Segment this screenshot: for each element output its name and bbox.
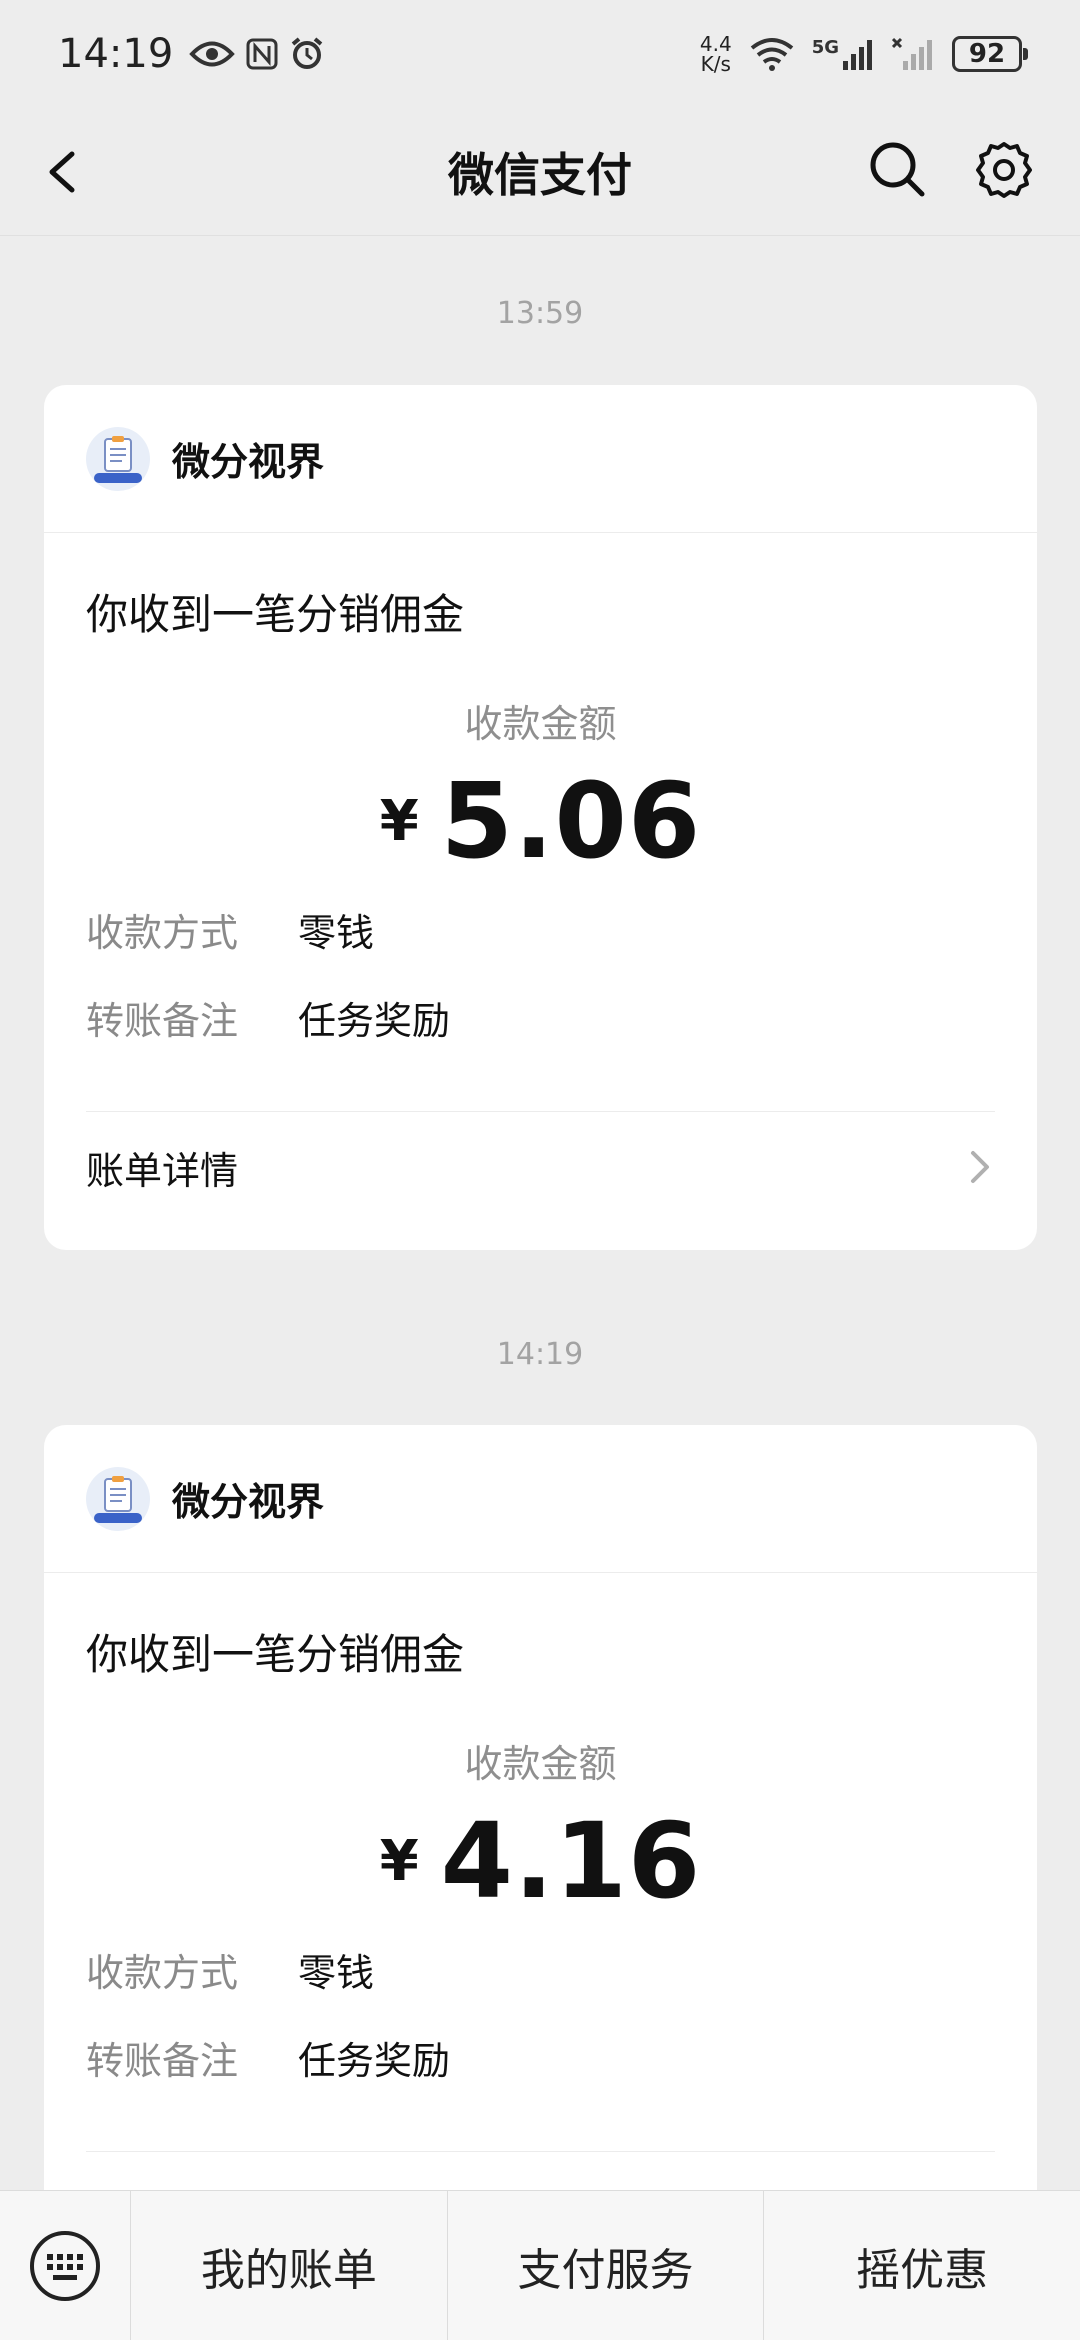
merchant-name: 微分视界: [172, 440, 325, 484]
payment-method-value: 零钱: [298, 1950, 375, 1995]
battery-indicator: 92: [952, 36, 1028, 72]
transfer-note-value: 任务奖励: [298, 998, 451, 1043]
cellular-signal-1: 5G: [812, 37, 876, 71]
payment-method-row: 收款方式 零钱: [86, 1925, 995, 2013]
wechat-pay-chat-screen: 14:19 4.4 K/s 5G 92 微信支付 13:59 微分视界 你收到一…: [0, 0, 1080, 2340]
chevron-right-icon: [971, 1151, 989, 1183]
amount-label: 收款金额: [464, 1742, 617, 1786]
gear-icon[interactable]: [972, 138, 1036, 202]
amount-display: ¥ 4.16: [86, 1797, 995, 1925]
transfer-note-label: 转账备注: [86, 2038, 239, 2083]
payment-method-label: 收款方式: [86, 1950, 239, 1995]
status-time: 14:19: [58, 31, 174, 77]
keyboard-icon: [30, 2230, 100, 2301]
menu-my-bills[interactable]: 我的账单: [130, 2190, 447, 2340]
menu-shake-offers[interactable]: 摇优惠: [763, 2190, 1080, 2340]
payment-notice-card[interactable]: 微分视界 你收到一笔分销佣金 收款金额 ¥ 5.06 收款方式 零钱 转账备注 …: [44, 385, 1037, 1250]
signal-bars-icon: [843, 40, 872, 70]
alarm-icon: [292, 37, 323, 69]
wifi-icon: [750, 38, 793, 71]
payment-method-value: 零钱: [298, 910, 375, 955]
bill-details-link[interactable]: 账单详情: [86, 1112, 995, 1222]
notice-title: 你收到一笔分销佣金: [86, 1630, 465, 1679]
nfc-icon: [246, 38, 278, 70]
clipboard-icon: [94, 435, 142, 483]
notice-title: 你收到一笔分销佣金: [86, 590, 465, 639]
amount-value: 4.16: [440, 1800, 702, 1922]
amount-value: 5.06: [440, 760, 702, 882]
page-title: 微信支付: [448, 147, 632, 202]
message-timestamp: 14:19: [496, 1337, 584, 1372]
amount-label: 收款金额: [464, 702, 617, 746]
eye-icon: [189, 41, 236, 67]
network-speed: 4.4 K/s: [699, 32, 732, 76]
merchant-logo: [86, 1466, 150, 1531]
card-header[interactable]: 微分视界: [44, 385, 1037, 533]
transfer-note-row: 转账备注 任务奖励: [86, 973, 995, 1061]
payment-method-label: 收款方式: [86, 910, 239, 955]
merchant-name: 微分视界: [172, 1480, 325, 1524]
bottom-menu-bar: 我的账单 支付服务 摇优惠: [0, 2190, 1080, 2340]
payment-method-row: 收款方式 零钱: [86, 885, 995, 973]
divider: [86, 2151, 995, 2152]
signal-bars-no-service-icon: [892, 37, 932, 70]
keyboard-toggle-button[interactable]: [0, 2191, 130, 2340]
currency-symbol: ¥: [379, 1828, 419, 1894]
nav-bar: 微信支付: [0, 108, 1080, 236]
currency-symbol: ¥: [379, 788, 419, 854]
menu-payment-services[interactable]: 支付服务: [446, 2190, 764, 2340]
clipboard-icon: [94, 1475, 142, 1523]
card-header[interactable]: 微分视界: [44, 1425, 1037, 1573]
status-bar: 14:19 4.4 K/s 5G 92: [0, 0, 1080, 108]
message-timestamp: 13:59: [496, 296, 584, 331]
amount-display: ¥ 5.06: [86, 757, 995, 885]
bill-details-label: 账单详情: [86, 1148, 239, 1193]
transfer-note-label: 转账备注: [86, 998, 239, 1043]
transfer-note-value: 任务奖励: [298, 2038, 451, 2083]
payment-notice-card[interactable]: 微分视界 你收到一笔分销佣金 收款金额 ¥ 4.16 收款方式 零钱 转账备注 …: [44, 1425, 1037, 2225]
search-icon[interactable]: [866, 138, 928, 200]
merchant-logo: [86, 426, 150, 491]
transfer-note-row: 转账备注 任务奖励: [86, 2013, 995, 2101]
back-arrow-icon[interactable]: [36, 138, 96, 206]
